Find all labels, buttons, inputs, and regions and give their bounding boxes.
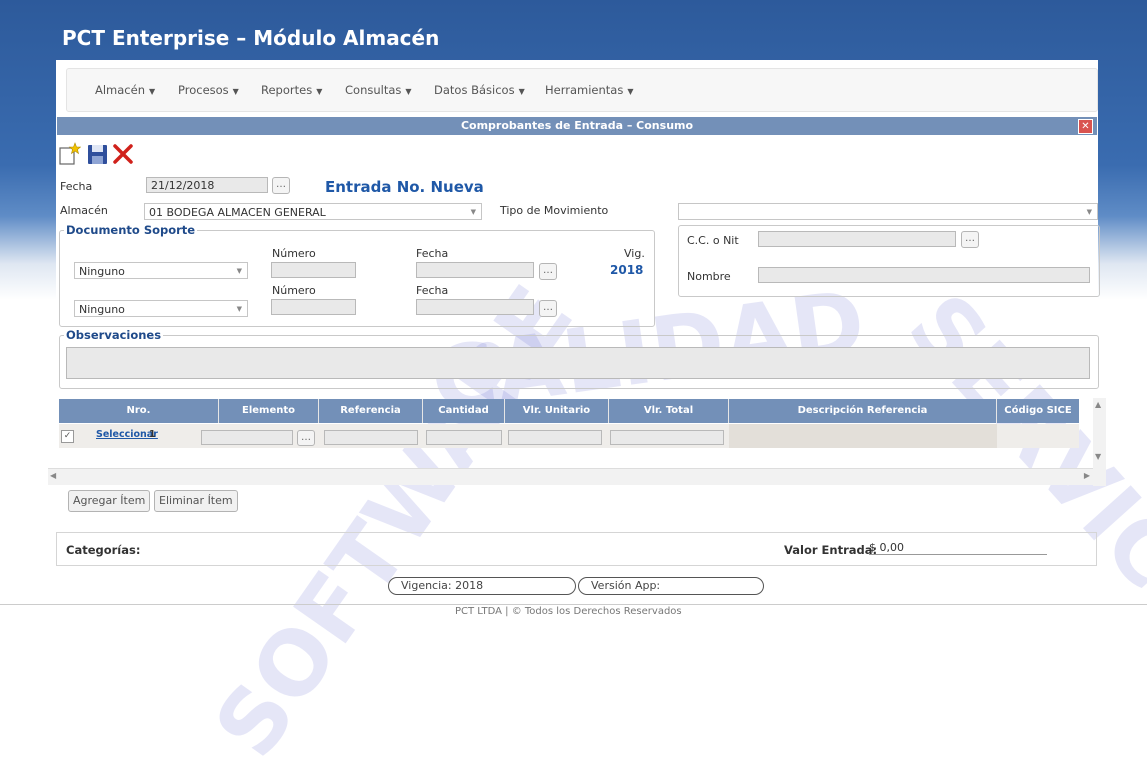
vlr-unitario-input[interactable] — [508, 430, 602, 445]
observaciones-legend: Observaciones — [64, 328, 164, 342]
vigencia-pill: Vigencia: 2018 — [388, 577, 576, 595]
tipo-movimiento-label: Tipo de Movimiento — [500, 204, 609, 217]
col-referencia: Referencia — [319, 399, 423, 423]
nombre-label: Nombre — [687, 270, 731, 283]
valor-entrada-value: $ 0,00 — [869, 541, 1047, 555]
doc-soporte-type-value-1: Ninguno — [79, 265, 125, 278]
doc-numero-input-1[interactable] — [271, 262, 356, 278]
grid-horizontal-scrollbar[interactable]: ◀ ▶ — [48, 468, 1096, 485]
categorias-label: Categorías: — [66, 543, 141, 557]
main-panel — [56, 60, 1098, 605]
nav-reportes[interactable]: Reportes ▼ — [261, 83, 322, 97]
chevron-down-icon: ▼ — [236, 267, 242, 275]
almacen-label: Almacén — [60, 204, 108, 217]
table-row: ✓ Seleccionar 1 … — [59, 424, 1079, 448]
elemento-search-button[interactable]: … — [297, 430, 315, 446]
nav-procesos[interactable]: Procesos ▼ — [178, 83, 239, 97]
elemento-input[interactable] — [201, 430, 293, 445]
row-checkbox[interactable]: ✓ — [61, 430, 74, 443]
delete-icon[interactable] — [111, 142, 135, 166]
nav-consultas[interactable]: Consultas ▼ — [345, 83, 412, 97]
doc-soporte-type-value-2: Ninguno — [79, 303, 125, 316]
caret-down-icon: ▼ — [232, 87, 239, 96]
scroll-right-icon[interactable]: ▶ — [1084, 471, 1090, 480]
chevron-down-icon: ▼ — [470, 208, 476, 216]
nav-almacen[interactable]: Almacén ▼ — [95, 83, 155, 97]
almacen-select[interactable]: 01 BODEGA ALMACEN GENERAL ▼ — [144, 203, 482, 220]
app-title: PCT Enterprise – Módulo Almacén — [62, 26, 440, 50]
caret-down-icon: ▼ — [518, 87, 525, 96]
documento-soporte-legend: Documento Soporte — [64, 223, 198, 237]
window-titlebar: Comprobantes de Entrada – Consumo ✕ — [57, 117, 1097, 135]
cantidad-input[interactable] — [426, 430, 502, 445]
copyright-text: PCT LTDA | © Todos los Derechos Reservad… — [455, 606, 682, 617]
col-cantidad: Cantidad — [423, 399, 505, 423]
caret-down-icon: ▼ — [316, 87, 323, 96]
window-title: Comprobantes de Entrada – Consumo — [460, 119, 694, 132]
chevron-down-icon: ▼ — [236, 305, 242, 313]
cc-nit-input[interactable] — [758, 231, 956, 247]
observaciones-textarea[interactable] — [66, 347, 1090, 379]
items-grid-header: Nro. Elemento Referencia Cantidad Vlr. U… — [59, 399, 1079, 423]
fecha-picker-button[interactable]: … — [272, 177, 290, 194]
nav-datos-basicos[interactable]: Datos Básicos ▼ — [434, 83, 525, 97]
caret-down-icon: ▼ — [627, 87, 634, 96]
doc-fecha-input-1[interactable] — [416, 262, 534, 278]
vig-label: Vig. — [624, 247, 645, 260]
summary-box: Categorías: Valor Entrada: $ 0,00 — [56, 532, 1097, 566]
nav-herramientas[interactable]: Herramientas ▼ — [545, 83, 634, 97]
cc-nit-search-button[interactable]: … — [961, 231, 979, 248]
save-icon[interactable] — [86, 142, 110, 166]
scroll-down-icon[interactable]: ▼ — [1095, 452, 1101, 461]
doc-fecha-input-2[interactable] — [416, 299, 534, 315]
fecha-input[interactable]: 21/12/2018 — [146, 177, 268, 193]
new-document-icon[interactable] — [57, 142, 82, 166]
scroll-left-icon[interactable]: ◀ — [50, 471, 56, 480]
doc-fecha-picker-2[interactable]: … — [539, 300, 557, 317]
numero-label: Número — [272, 247, 316, 260]
almacen-select-value: 01 BODEGA ALMACEN GENERAL — [149, 206, 326, 219]
doc-numero-input-2[interactable] — [271, 299, 356, 315]
version-pill: Versión App: — [578, 577, 764, 595]
main-navbar: Almacén ▼ Procesos ▼ Reportes ▼ Consultas ▼ … — [66, 68, 1098, 112]
col-vlr-total: Vlr. Total — [609, 399, 729, 423]
footer-divider — [0, 604, 1147, 605]
vlr-total-input[interactable] — [610, 430, 724, 445]
scroll-up-icon[interactable]: ▲ — [1095, 400, 1101, 409]
col-descripcion-referencia: Descripción Referencia — [729, 399, 997, 423]
row-nro: 1 — [149, 429, 156, 440]
col-elemento: Elemento — [219, 399, 319, 423]
col-codigo-sice: Código SICE — [1004, 405, 1072, 416]
valor-entrada-label: Valor Entrada: — [784, 543, 878, 557]
doc-fecha-label-2: Fecha — [416, 284, 449, 297]
caret-down-icon: ▼ — [149, 87, 156, 96]
add-item-button[interactable]: Agregar Ítem — [68, 490, 151, 512]
referencia-input[interactable] — [324, 430, 418, 445]
cc-nit-label: C.C. o Nit — [687, 234, 739, 247]
entrada-number-title: Entrada No. Nueva — [325, 178, 484, 196]
nombre-input[interactable] — [758, 267, 1090, 283]
vig-year: 2018 — [610, 263, 644, 277]
col-nro: Nro. — [59, 399, 219, 423]
close-window-button[interactable]: ✕ — [1078, 119, 1093, 134]
caret-down-icon: ▼ — [405, 87, 412, 96]
numero-label-2: Número — [272, 284, 316, 297]
grid-vertical-scrollbar[interactable]: ▲ ▼ — [1093, 398, 1106, 486]
fecha-label: Fecha — [60, 180, 93, 193]
doc-fecha-label: Fecha — [416, 247, 449, 260]
chevron-down-icon: ▼ — [1086, 208, 1092, 216]
remove-item-button[interactable]: Eliminar Ítem — [154, 490, 238, 512]
doc-soporte-type-select-2[interactable]: Ninguno ▼ — [74, 300, 248, 317]
tipo-movimiento-select[interactable]: ▼ — [678, 203, 1098, 220]
doc-soporte-type-select-1[interactable]: Ninguno ▼ — [74, 262, 248, 279]
descripcion-cell — [729, 424, 997, 448]
col-vlr-unitario: Vlr. Unitario — [505, 399, 609, 423]
doc-fecha-picker-1[interactable]: … — [539, 263, 557, 280]
